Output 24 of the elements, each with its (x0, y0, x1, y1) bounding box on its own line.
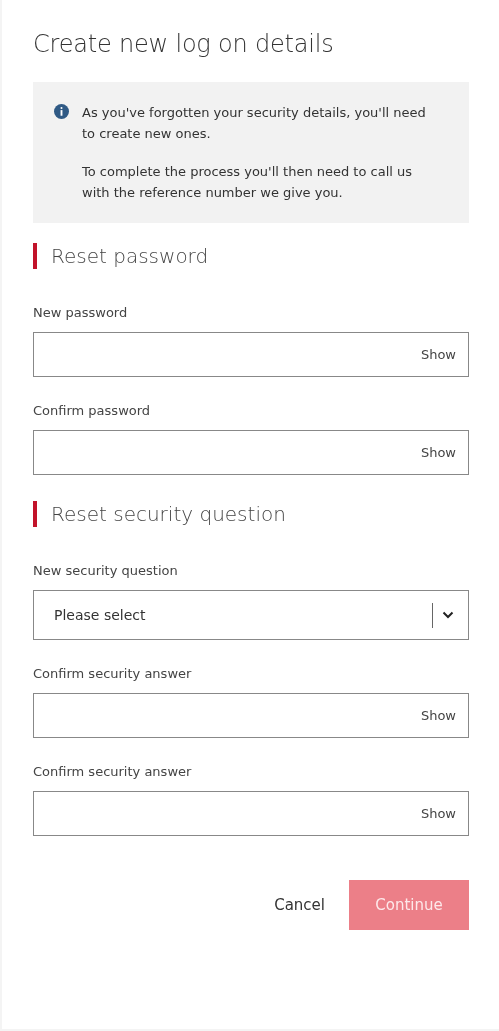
section-marker (33, 501, 37, 527)
section-marker (33, 243, 37, 269)
show-toggle[interactable]: Show (420, 708, 456, 723)
cancel-button[interactable]: Cancel (270, 892, 329, 918)
field-label: Confirm password (33, 403, 152, 418)
password-field[interactable]: Show (33, 430, 469, 475)
field-label: New security question (33, 563, 179, 578)
field-label: New password (33, 305, 129, 320)
field-label: Confirm security answer (33, 764, 193, 779)
show-toggle[interactable]: Show (420, 445, 456, 460)
section-heading: Reset security question (51, 502, 286, 526)
password-field[interactable]: Show (33, 332, 469, 377)
info-text: To complete the process you'll then need to call us with the reference number we give you. (82, 163, 414, 202)
show-toggle[interactable]: Show (420, 806, 456, 821)
chevron-down-icon (442, 611, 454, 619)
password-field[interactable]: Show (33, 693, 469, 738)
info-text: As you've forgotten your security details, you'll need to create new ones. (82, 104, 427, 143)
field-label: Confirm security answer (33, 666, 193, 681)
question-dropdown[interactable]: Please select (33, 590, 469, 640)
info-icon (54, 104, 69, 119)
show-toggle[interactable]: Show (420, 347, 456, 362)
password-field[interactable]: Show (33, 791, 469, 836)
page-title: Create new log on details (33, 30, 335, 58)
section-heading: Reset password (51, 244, 209, 268)
